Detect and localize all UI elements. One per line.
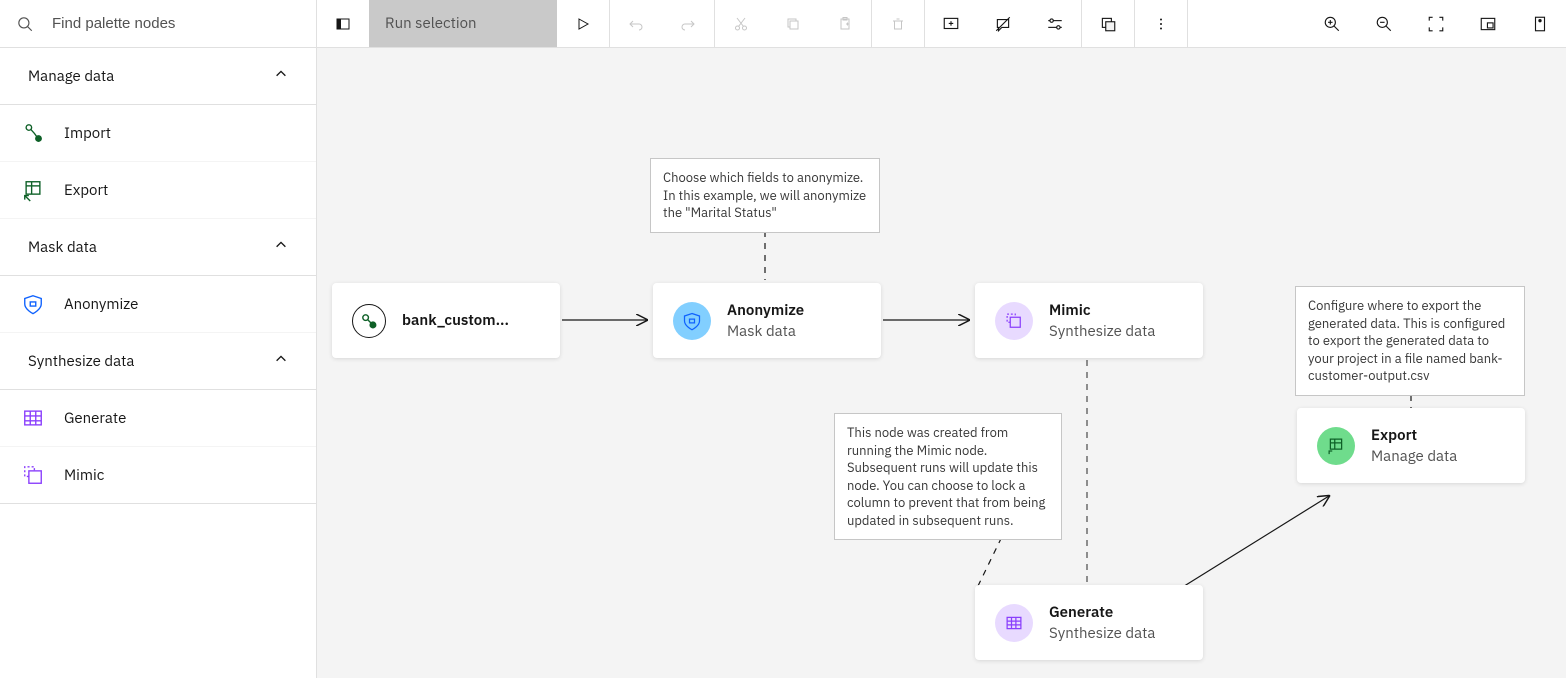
sidebar-item-label: Generate xyxy=(64,409,126,428)
main-area: Manage data Import Export Mask data Anon… xyxy=(0,48,1566,678)
section-label: Mask data xyxy=(28,238,97,257)
redo-button[interactable] xyxy=(662,0,714,47)
copy-button[interactable] xyxy=(767,0,819,47)
undo-button[interactable] xyxy=(610,0,662,47)
node-text: Mimic Synthesize data xyxy=(1049,301,1155,341)
import-icon xyxy=(22,122,44,144)
notifications-button[interactable] xyxy=(1514,0,1566,47)
sidebar-item-export[interactable]: Export xyxy=(0,162,316,219)
sidebar-item-generate[interactable]: Generate xyxy=(0,390,316,447)
sidebar-item-anonymize[interactable]: Anonymize xyxy=(0,276,316,333)
cut-button[interactable] xyxy=(715,0,767,47)
node-export[interactable]: Export Manage data xyxy=(1297,408,1525,483)
disable-comment-button[interactable] xyxy=(977,0,1029,47)
chevron-up-icon xyxy=(274,67,288,86)
node-subtitle: Synthesize data xyxy=(1049,322,1155,341)
node-title: Export xyxy=(1371,426,1457,445)
section-label: Synthesize data xyxy=(28,352,134,371)
mimic-icon xyxy=(22,464,44,486)
sidebar-item-label: Mimic xyxy=(64,466,104,485)
generate-icon xyxy=(22,407,44,429)
node-subtitle: Synthesize data xyxy=(1049,624,1155,643)
zoom-out-button[interactable] xyxy=(1358,0,1410,47)
toolbar-spacer xyxy=(1188,0,1306,47)
node-text: Export Manage data xyxy=(1371,426,1457,466)
node-title: Mimic xyxy=(1049,301,1155,320)
node-text: bank_custom... xyxy=(402,311,509,330)
node-anonymize[interactable]: Anonymize Mask data xyxy=(653,283,881,358)
arrange-button[interactable] xyxy=(1082,0,1134,47)
sidebar-item-mimic[interactable]: Mimic xyxy=(0,447,316,504)
minimap-button[interactable] xyxy=(1462,0,1514,47)
generate-icon xyxy=(995,604,1033,642)
section-synthesize-data[interactable]: Synthesize data xyxy=(0,333,316,390)
node-import[interactable]: bank_custom... xyxy=(332,283,560,358)
toolbar: Run selection xyxy=(0,0,1566,48)
node-subtitle: Mask data xyxy=(727,322,804,341)
run-button[interactable] xyxy=(557,0,609,47)
paste-button[interactable] xyxy=(819,0,871,47)
node-generate[interactable]: Generate Synthesize data xyxy=(975,585,1203,660)
sidebar-item-label: Export xyxy=(64,181,108,200)
search-input[interactable] xyxy=(50,14,302,33)
flow-canvas[interactable]: Choose which fields to anonymize. In thi… xyxy=(317,48,1566,678)
node-title: Generate xyxy=(1049,603,1155,622)
settings-button[interactable] xyxy=(1029,0,1081,47)
overflow-button[interactable] xyxy=(1135,0,1187,47)
chevron-up-icon xyxy=(274,238,288,257)
mimic-icon xyxy=(995,302,1033,340)
shield-icon xyxy=(22,293,44,315)
run-selection-button[interactable]: Run selection xyxy=(369,0,557,47)
node-subtitle: Manage data xyxy=(1371,447,1457,466)
zoom-fit-button[interactable] xyxy=(1410,0,1462,47)
add-comment-button[interactable] xyxy=(925,0,977,47)
node-title: Anonymize xyxy=(727,301,804,320)
export-icon xyxy=(22,179,44,201)
palette-sidebar: Manage data Import Export Mask data Anon… xyxy=(0,48,317,678)
search-icon xyxy=(14,13,36,35)
section-label: Manage data xyxy=(28,67,114,86)
sidebar-item-label: Anonymize xyxy=(64,295,138,314)
node-text: Anonymize Mask data xyxy=(727,301,804,341)
export-icon xyxy=(1317,427,1355,465)
search-field-wrap xyxy=(0,0,317,47)
section-manage-data[interactable]: Manage data xyxy=(0,48,316,105)
import-icon xyxy=(352,304,386,338)
node-text: Generate Synthesize data xyxy=(1049,603,1155,643)
section-mask-data[interactable]: Mask data xyxy=(0,219,316,276)
node-mimic[interactable]: Mimic Synthesize data xyxy=(975,283,1203,358)
chevron-up-icon xyxy=(274,352,288,371)
node-title: bank_custom... xyxy=(402,311,509,330)
zoom-in-button[interactable] xyxy=(1306,0,1358,47)
sidebar-item-import[interactable]: Import xyxy=(0,105,316,162)
canvas-comment[interactable]: Choose which fields to anonymize. In thi… xyxy=(650,158,880,233)
sidebar-item-label: Import xyxy=(64,124,111,143)
canvas-comment[interactable]: Configure where to export the generated … xyxy=(1295,286,1525,396)
delete-button[interactable] xyxy=(872,0,924,47)
canvas-comment[interactable]: This node was created from running the M… xyxy=(834,413,1062,540)
panel-toggle-button[interactable] xyxy=(317,0,369,47)
shield-icon xyxy=(673,302,711,340)
